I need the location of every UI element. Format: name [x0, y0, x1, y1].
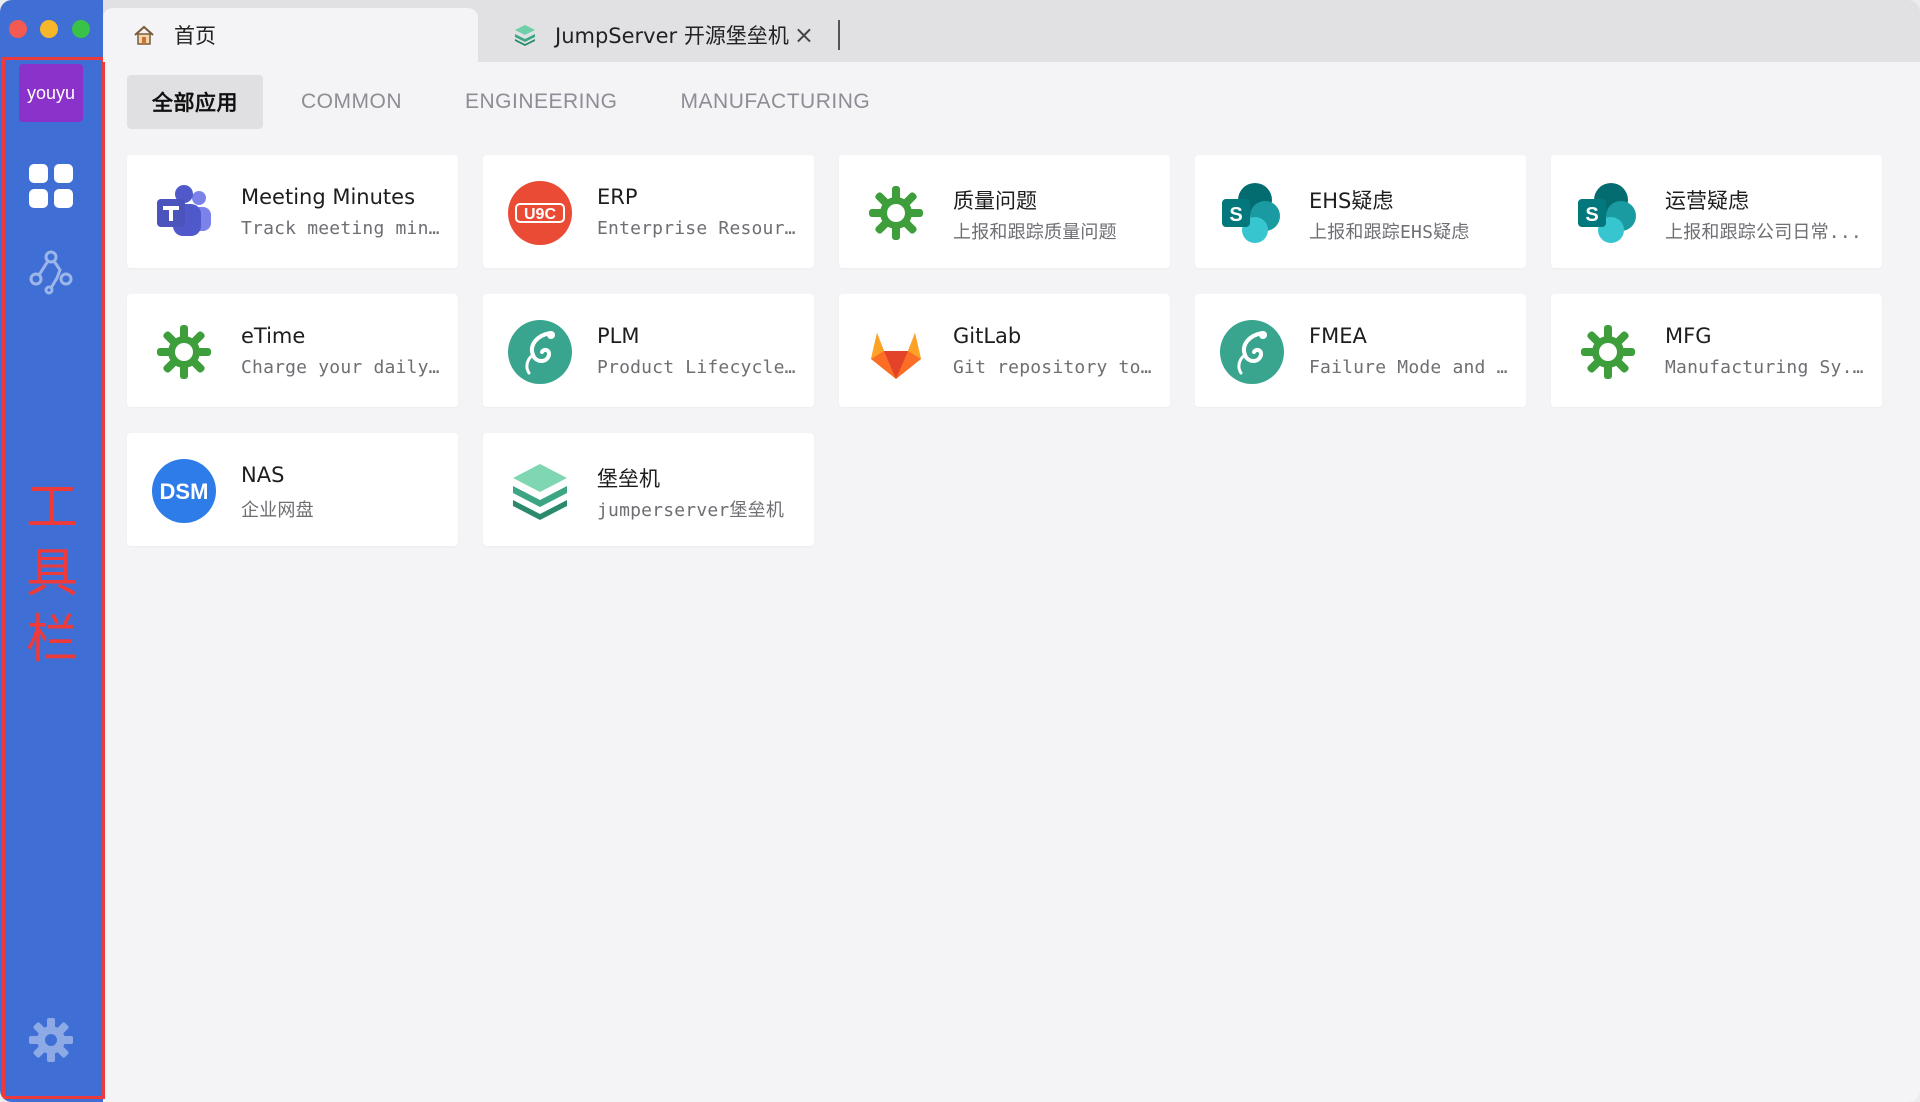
teams-icon — [157, 185, 211, 236]
app-title: PLM — [597, 324, 640, 348]
sharepoint-icon: S — [1222, 183, 1280, 243]
app-card[interactable]: eTime Charge your daily ... — [127, 294, 458, 407]
category-tab-manufacturing[interactable]: MANUFACTURING — [656, 75, 896, 129]
app-description: Enterprise Resour... — [597, 218, 802, 239]
app-title: 堡垒机 — [597, 467, 660, 491]
app-description: 上报和跟踪质量问题 — [953, 222, 1117, 243]
teal-lizard-icon — [1220, 320, 1284, 384]
app-description: Product Lifecycle ... — [597, 357, 802, 378]
tab-bar: 首页 JumpServer 开源堡垒机 × — [103, 0, 1920, 62]
sharepoint-logo-text: S — [1229, 204, 1242, 226]
gitlab-icon — [871, 333, 921, 379]
app-card[interactable]: 质量问题 上报和跟踪质量问题 — [839, 155, 1170, 268]
app-card[interactable]: S EHS疑虑 上报和跟踪EHS疑虑 — [1195, 155, 1526, 268]
app-title: EHS疑虑 — [1309, 189, 1394, 213]
dsm-icon: DSM — [152, 459, 216, 523]
dsm-logo-text: DSM — [160, 479, 209, 504]
app-description: Git repository to s... — [953, 357, 1158, 378]
toolbar-highlight-frame — [2, 57, 105, 1099]
u9c-logo-text: U9C — [524, 206, 556, 223]
app-card[interactable]: PLM Product Lifecycle ... — [483, 294, 814, 407]
minimize-window-button[interactable] — [40, 20, 58, 38]
app-description: 上报和跟踪公司日常... — [1665, 222, 1862, 243]
category-tab-all[interactable]: 全部应用 — [127, 75, 263, 129]
sidebar: youyu 工具栏 — [0, 0, 105, 1102]
app-card[interactable]: MFG Manufacturing Sy... — [1551, 294, 1882, 407]
green-gear-icon — [1581, 325, 1635, 379]
app-description: Track meeting min... — [241, 218, 446, 239]
maximize-window-button[interactable] — [72, 20, 90, 38]
tab-divider — [838, 20, 840, 50]
category-tabs: 全部应用 COMMON ENGINEERING MANUFACTURING — [127, 75, 908, 129]
home-icon — [134, 25, 154, 45]
tab-jumpserver-label: JumpServer 开源堡垒机 — [555, 24, 789, 48]
category-tab-engineering[interactable]: ENGINEERING — [440, 75, 643, 129]
app-description: jumperserver堡垒机 — [597, 500, 785, 521]
tab-home[interactable]: 首页 — [103, 8, 478, 62]
jumpserver-icon — [513, 464, 567, 520]
app-title: 质量问题 — [953, 189, 1037, 213]
app-card[interactable]: GitLab Git repository to s... — [839, 294, 1170, 407]
app-description: Charge your daily ... — [241, 357, 446, 378]
app-title: MFG — [1665, 324, 1712, 348]
app-card[interactable]: 堡垒机 jumperserver堡垒机 — [483, 433, 814, 546]
app-description: Manufacturing Sy... — [1665, 357, 1870, 378]
app-card[interactable]: FMEA Failure Mode and ... — [1195, 294, 1526, 407]
app-title: ERP — [597, 185, 638, 209]
app-card[interactable]: S 运营疑虑 上报和跟踪公司日常... — [1551, 155, 1882, 268]
app-title: FMEA — [1309, 324, 1367, 348]
tab-jumpserver[interactable]: JumpServer 开源堡垒机 × — [488, 8, 848, 62]
app-title: NAS — [241, 463, 285, 487]
app-description: Failure Mode and ... — [1309, 357, 1514, 378]
sharepoint-icon: S — [1578, 183, 1636, 243]
app-description: 企业网盘 — [241, 500, 314, 521]
app-window: youyu 工具栏 首页 JumpServer 开源堡垒机 × 全部应用 COM… — [0, 0, 1920, 1102]
teal-lizard-icon — [508, 320, 572, 384]
app-card[interactable]: DSM NAS 企业网盘 — [127, 433, 458, 546]
app-title: Meeting Minutes — [241, 185, 416, 209]
close-window-button[interactable] — [9, 20, 27, 38]
app-title: eTime — [241, 324, 306, 348]
app-title: GitLab — [953, 324, 1022, 348]
category-tab-common[interactable]: COMMON — [276, 75, 427, 129]
close-tab-icon[interactable]: × — [794, 21, 814, 49]
jumpserver-icon — [515, 25, 535, 46]
sharepoint-logo-text: S — [1585, 204, 1598, 226]
u9c-icon: U9C — [508, 181, 572, 245]
app-title: 运营疑虑 — [1665, 189, 1749, 213]
green-gear-icon — [157, 325, 211, 379]
app-card[interactable]: Meeting Minutes Track meeting min... — [127, 155, 458, 268]
app-description: 上报和跟踪EHS疑虑 — [1309, 222, 1470, 243]
tab-home-label: 首页 — [174, 24, 216, 48]
green-gear-icon — [869, 186, 923, 240]
app-card[interactable]: U9C ERP Enterprise Resour... — [483, 155, 814, 268]
